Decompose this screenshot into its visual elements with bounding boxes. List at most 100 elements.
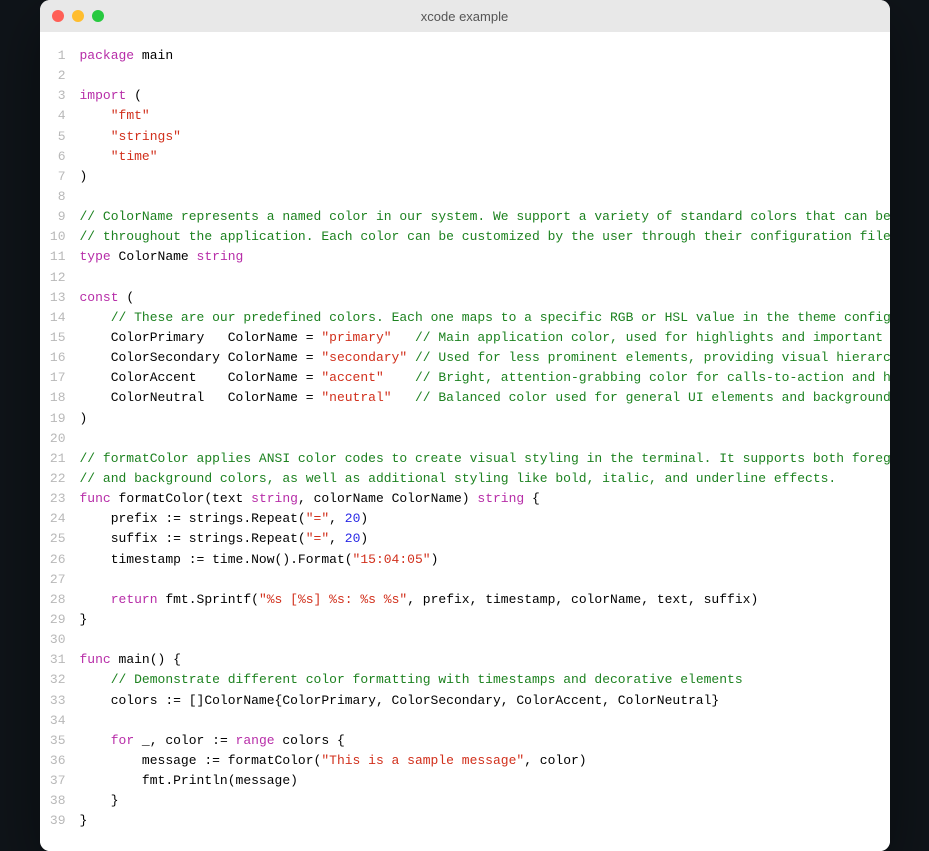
code-content[interactable]: ) [80, 167, 890, 187]
code-line[interactable]: 33 colors := []ColorName{ColorPrimary, C… [40, 691, 890, 711]
code-line[interactable]: 8 [40, 187, 890, 207]
line-number: 31 [40, 650, 80, 670]
code-line[interactable]: 29} [40, 610, 890, 630]
line-number: 33 [40, 691, 80, 711]
line-number: 10 [40, 227, 80, 247]
line-number: 26 [40, 550, 80, 570]
code-line[interactable]: 7) [40, 167, 890, 187]
code-line[interactable]: 21// formatColor applies ANSI color code… [40, 449, 890, 469]
code-line[interactable]: 24 prefix := strings.Repeat("=", 20) [40, 509, 890, 529]
code-line[interactable]: 26 timestamp := time.Now().Format("15:04… [40, 550, 890, 570]
code-content[interactable]: ColorSecondary ColorName = "secondary" /… [80, 348, 890, 368]
code-content[interactable]: // and background colors, as well as add… [80, 469, 890, 489]
code-content[interactable]: "time" [80, 147, 890, 167]
line-number: 19 [40, 409, 80, 429]
code-line[interactable]: 19) [40, 409, 890, 429]
code-editor[interactable]: 1package main23import (4 "fmt"5 "strings… [40, 32, 890, 851]
code-content[interactable] [80, 630, 890, 650]
code-content[interactable]: colors := []ColorName{ColorPrimary, Colo… [80, 691, 890, 711]
code-content[interactable]: func main() { [80, 650, 890, 670]
code-line[interactable]: 13const ( [40, 288, 890, 308]
code-content[interactable]: suffix := strings.Repeat("=", 20) [80, 529, 890, 549]
code-content[interactable]: ColorAccent ColorName = "accent" // Brig… [80, 368, 890, 388]
line-number: 34 [40, 711, 80, 731]
maximize-icon[interactable] [92, 10, 104, 22]
code-line[interactable]: 17 ColorAccent ColorName = "accent" // B… [40, 368, 890, 388]
code-line[interactable]: 35 for _, color := range colors { [40, 731, 890, 751]
code-content[interactable] [80, 268, 890, 288]
code-line[interactable]: 14 // These are our predefined colors. E… [40, 308, 890, 328]
line-number: 11 [40, 247, 80, 267]
code-line[interactable]: 18 ColorNeutral ColorName = "neutral" //… [40, 388, 890, 408]
code-content[interactable]: func formatColor(text string, colorName … [80, 489, 890, 509]
code-content[interactable]: // ColorName represents a named color in… [80, 207, 890, 227]
code-content[interactable]: const ( [80, 288, 890, 308]
line-number: 28 [40, 590, 80, 610]
code-content[interactable]: import ( [80, 86, 890, 106]
code-content[interactable]: } [80, 610, 890, 630]
code-line[interactable]: 5 "strings" [40, 127, 890, 147]
code-line[interactable]: 37 fmt.Println(message) [40, 771, 890, 791]
line-number: 9 [40, 207, 80, 227]
code-content[interactable]: ) [80, 409, 890, 429]
code-line[interactable]: 15 ColorPrimary ColorName = "primary" //… [40, 328, 890, 348]
code-line[interactable]: 12 [40, 268, 890, 288]
line-number: 37 [40, 771, 80, 791]
code-content[interactable]: fmt.Println(message) [80, 771, 890, 791]
code-content[interactable] [80, 711, 890, 731]
code-line[interactable]: 23func formatColor(text string, colorNam… [40, 489, 890, 509]
code-line[interactable]: 22// and background colors, as well as a… [40, 469, 890, 489]
code-content[interactable]: timestamp := time.Now().Format("15:04:05… [80, 550, 890, 570]
code-line[interactable]: 39} [40, 811, 890, 831]
code-content[interactable]: for _, color := range colors { [80, 731, 890, 751]
code-line[interactable]: 25 suffix := strings.Repeat("=", 20) [40, 529, 890, 549]
code-content[interactable]: } [80, 791, 890, 811]
code-line[interactable]: 3import ( [40, 86, 890, 106]
line-number: 22 [40, 469, 80, 489]
code-content[interactable]: // These are our predefined colors. Each… [80, 308, 890, 328]
code-content[interactable]: ColorNeutral ColorName = "neutral" // Ba… [80, 388, 890, 408]
line-number: 7 [40, 167, 80, 187]
code-content[interactable]: // Demonstrate different color formattin… [80, 670, 890, 690]
code-line[interactable]: 11type ColorName string [40, 247, 890, 267]
code-content[interactable]: // formatColor applies ANSI color codes … [80, 449, 890, 469]
line-number: 5 [40, 127, 80, 147]
line-number: 14 [40, 308, 80, 328]
code-content[interactable]: // throughout the application. Each colo… [80, 227, 890, 247]
minimize-icon[interactable] [72, 10, 84, 22]
code-line[interactable]: 27 [40, 570, 890, 590]
code-content[interactable]: type ColorName string [80, 247, 890, 267]
line-number: 15 [40, 328, 80, 348]
code-line[interactable]: 16 ColorSecondary ColorName = "secondary… [40, 348, 890, 368]
code-content[interactable]: package main [80, 46, 890, 66]
code-line[interactable]: 28 return fmt.Sprintf("%s [%s] %s: %s %s… [40, 590, 890, 610]
code-content[interactable]: prefix := strings.Repeat("=", 20) [80, 509, 890, 529]
code-line[interactable]: 38 } [40, 791, 890, 811]
code-line[interactable]: 1package main [40, 46, 890, 66]
code-content[interactable]: } [80, 811, 890, 831]
code-line[interactable]: 30 [40, 630, 890, 650]
code-content[interactable] [80, 187, 890, 207]
line-number: 30 [40, 630, 80, 650]
line-number: 17 [40, 368, 80, 388]
code-line[interactable]: 34 [40, 711, 890, 731]
code-content[interactable]: return fmt.Sprintf("%s [%s] %s: %s %s", … [80, 590, 890, 610]
code-content[interactable] [80, 570, 890, 590]
code-content[interactable]: "strings" [80, 127, 890, 147]
close-icon[interactable] [52, 10, 64, 22]
code-content[interactable] [80, 66, 890, 86]
code-line[interactable]: 4 "fmt" [40, 106, 890, 126]
code-line[interactable]: 31func main() { [40, 650, 890, 670]
code-line[interactable]: 2 [40, 66, 890, 86]
code-line[interactable]: 32 // Demonstrate different color format… [40, 670, 890, 690]
code-content[interactable]: "fmt" [80, 106, 890, 126]
code-line[interactable]: 20 [40, 429, 890, 449]
code-line[interactable]: 10// throughout the application. Each co… [40, 227, 890, 247]
code-content[interactable] [80, 429, 890, 449]
code-line[interactable]: 9// ColorName represents a named color i… [40, 207, 890, 227]
line-number: 18 [40, 388, 80, 408]
line-number: 27 [40, 570, 80, 590]
code-line[interactable]: 6 "time" [40, 147, 890, 167]
line-number: 4 [40, 106, 80, 126]
code-content[interactable]: ColorPrimary ColorName = "primary" // Ma… [80, 328, 890, 348]
